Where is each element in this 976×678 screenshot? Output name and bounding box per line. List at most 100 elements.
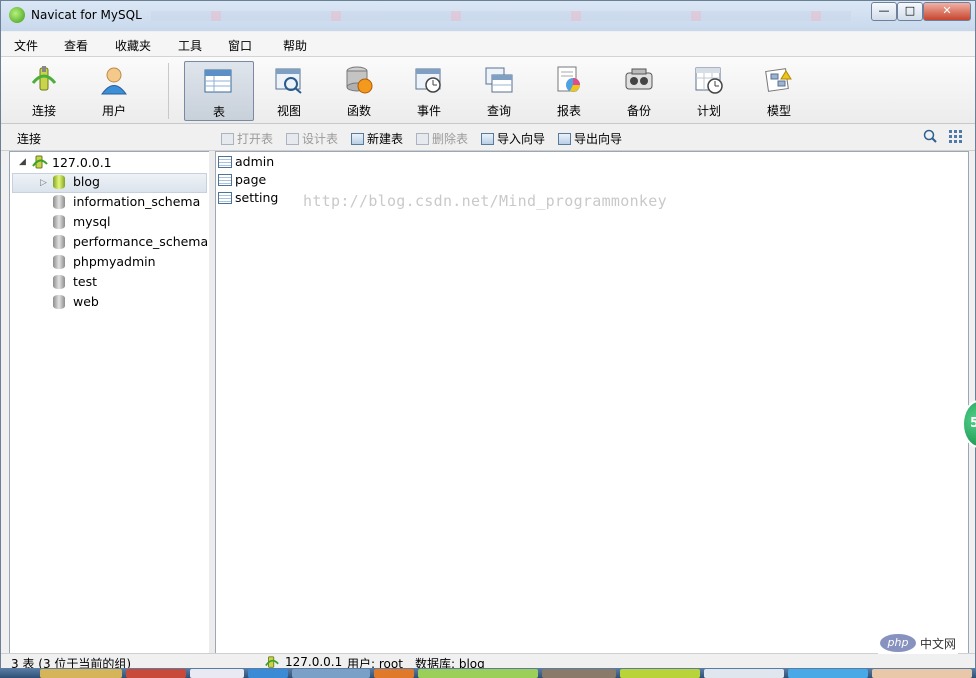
menu-favorites[interactable]: 收藏夹	[115, 37, 151, 54]
menu-window[interactable]: 窗口	[228, 37, 252, 54]
toolbar-report-button[interactable]: 报表	[536, 61, 602, 119]
delete-table-icon	[416, 133, 429, 145]
table-row[interactable]: page	[218, 172, 266, 187]
taskbar-item[interactable]	[788, 669, 868, 678]
new-table-button[interactable]: 新建表	[351, 130, 403, 147]
toolbar-event-button[interactable]: 事件	[396, 61, 462, 119]
title-bar: Navicat for MySQL — □ ✕	[1, 1, 975, 31]
taskbar-item[interactable]	[418, 669, 538, 678]
toolbar-schedule-button[interactable]: 计划	[676, 61, 742, 119]
database-icon	[53, 175, 65, 189]
minimize-button[interactable]: —	[871, 2, 897, 21]
object-toolbar: 连接 打开表 设计表 新建表 删除表 导入向导 导出向导	[1, 124, 975, 151]
table-icon	[218, 174, 232, 186]
backup-icon	[625, 68, 653, 90]
view-icon	[275, 68, 302, 94]
tree-db-blog[interactable]: blog	[53, 174, 100, 189]
taskbar-item[interactable]	[872, 669, 972, 678]
database-icon	[53, 215, 65, 229]
taskbar-item[interactable]	[620, 669, 700, 678]
tree-db-mysql[interactable]: mysql	[53, 214, 111, 229]
taskbar-item[interactable]	[704, 669, 784, 678]
taskbar-item[interactable]	[248, 669, 288, 678]
table-icon	[204, 69, 232, 93]
menu-tools[interactable]: 工具	[178, 37, 202, 54]
collapse-arrow-icon[interactable]: ◢	[19, 157, 26, 167]
taskbar-item[interactable]	[126, 669, 186, 678]
toolbar-function-button[interactable]: 函数	[326, 61, 392, 119]
main-toolbar: 连接 用户 表 视图 函数 事件 查询 报表 备份 计划 模型	[1, 57, 975, 124]
tree-db-information-schema[interactable]: information_schema	[53, 194, 200, 209]
toolbar-model-button[interactable]: 模型	[746, 61, 812, 119]
status-server: 127.0.0.1	[285, 655, 343, 669]
toolbar-user-button[interactable]: 用户	[81, 61, 147, 119]
expand-arrow-icon[interactable]: ▷	[40, 178, 47, 188]
table-icon	[218, 192, 232, 204]
toolbar-connection-button[interactable]: 连接	[11, 61, 77, 119]
menu-bar: 文件 查看 收藏夹 工具 窗口 帮助	[1, 32, 975, 57]
menu-file[interactable]: 文件	[14, 37, 38, 54]
tree-db-phpmyadmin[interactable]: phpmyadmin	[53, 254, 156, 269]
watermark: http://blog.csdn.net/Mind_programmonkey	[303, 192, 667, 210]
taskbar-item[interactable]	[190, 669, 244, 678]
taskbar-item[interactable]	[292, 669, 370, 678]
query-icon	[485, 67, 513, 93]
design-table-icon	[286, 133, 299, 145]
grid-view-icon[interactable]	[949, 130, 963, 143]
database-icon	[53, 275, 65, 289]
toolbar-query-button[interactable]: 查询	[466, 61, 532, 119]
design-table-button[interactable]: 设计表	[286, 130, 338, 147]
menu-view[interactable]: 查看	[64, 37, 88, 54]
window-title: Navicat for MySQL	[31, 8, 142, 22]
tree-db-web[interactable]: web	[53, 294, 99, 309]
taskbar-item[interactable]	[40, 669, 122, 678]
blurred-taskbar-tabs	[151, 11, 851, 21]
database-icon	[53, 295, 65, 309]
tree-db-test[interactable]: test	[53, 274, 97, 289]
status-connection-icon	[265, 656, 279, 668]
import-wizard-icon	[481, 133, 494, 145]
table-row[interactable]: setting	[218, 190, 278, 205]
model-icon	[765, 68, 792, 92]
new-table-icon	[351, 133, 364, 145]
search-icon[interactable]	[923, 129, 937, 143]
open-table-button[interactable]: 打开表	[221, 130, 273, 147]
event-icon	[415, 68, 441, 93]
toolbar-view-button[interactable]: 视图	[256, 61, 322, 119]
php-logo-caption: 中文网	[920, 637, 957, 651]
toolbar-backup-button[interactable]: 备份	[606, 61, 672, 119]
open-table-icon	[221, 133, 234, 145]
function-icon	[346, 66, 373, 94]
connection-icon	[31, 66, 57, 91]
schedule-icon	[695, 67, 723, 94]
report-icon	[557, 66, 580, 92]
server-connection-icon	[32, 155, 48, 169]
app-window: Navicat for MySQL — □ ✕ 文件 查看 收藏夹 工具 窗口 …	[0, 0, 976, 678]
taskbar-item[interactable]	[374, 669, 414, 678]
php-cn-logo: php 中文网	[878, 632, 958, 654]
tree-db-performance-schema[interactable]: performance_schema	[53, 234, 208, 249]
menu-help[interactable]: 帮助	[283, 37, 307, 54]
windows-taskbar	[0, 668, 976, 678]
delete-table-button[interactable]: 删除表	[416, 130, 468, 147]
php-logo-text: php	[880, 634, 916, 652]
database-icon	[53, 195, 65, 209]
navicat-logo-icon	[9, 7, 25, 23]
export-wizard-button[interactable]: 导出向导	[558, 130, 622, 147]
maximize-button[interactable]: □	[897, 2, 923, 21]
user-icon	[101, 67, 127, 95]
toolbar-separator	[168, 63, 169, 119]
connection-pane-label: 连接	[17, 132, 42, 146]
export-wizard-icon	[558, 133, 571, 145]
close-button[interactable]: ✕	[923, 2, 971, 21]
tree-server-node[interactable]: 127.0.0.1	[32, 154, 112, 170]
database-icon	[53, 255, 65, 269]
toolbar-table-button[interactable]: 表	[184, 61, 254, 121]
table-icon	[218, 156, 232, 168]
database-icon	[53, 235, 65, 249]
object-list-pane: admin page setting	[215, 151, 969, 654]
table-row[interactable]: admin	[218, 154, 274, 169]
taskbar-item[interactable]	[542, 669, 616, 678]
connection-tree-pane: ◢ 127.0.0.1 ▷ blog information_schema my…	[9, 151, 210, 654]
import-wizard-button[interactable]: 导入向导	[481, 130, 545, 147]
